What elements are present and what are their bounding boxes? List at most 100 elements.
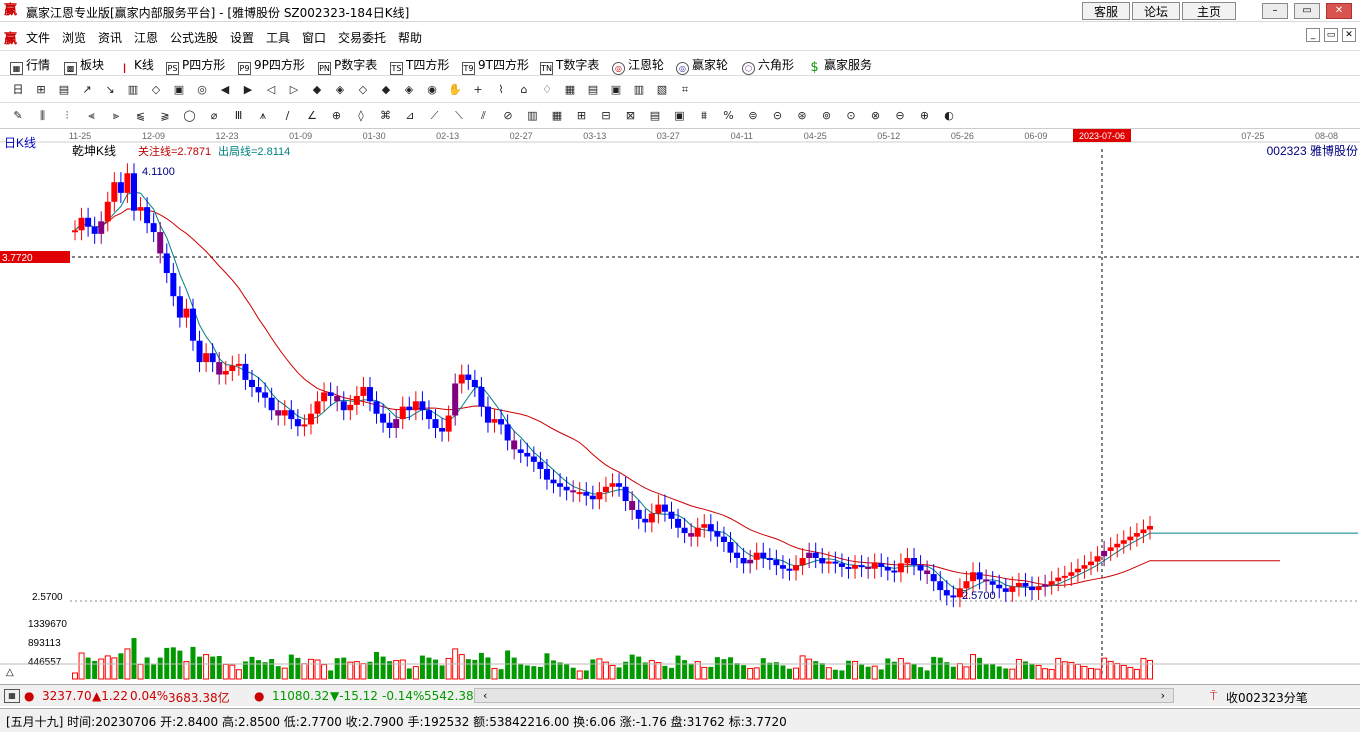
chart-tool-icon[interactable]: ♢ [539, 82, 555, 98]
chart-tool-icon[interactable]: ◀ [217, 82, 233, 98]
close-icon[interactable]: ✕ [1326, 3, 1352, 19]
chart-tool-icon[interactable]: ▷ [286, 82, 302, 98]
chart-tool-icon[interactable]: ▧ [654, 82, 670, 98]
chart-tool-icon[interactable]: ↘ [102, 82, 118, 98]
drawing-tool-icon[interactable]: ∕ [280, 108, 296, 124]
chart-tool-icon[interactable]: ◁ [263, 82, 279, 98]
drawing-tool-icon[interactable]: ⫹ [133, 108, 149, 124]
drawing-tool-icon[interactable]: ⊚ [819, 108, 835, 124]
home-button[interactable]: 主页 [1182, 2, 1236, 20]
drawing-tool-icon[interactable]: ⊕ [917, 108, 933, 124]
tool-9p-square[interactable]: P9 9P四方形 [238, 56, 305, 75]
drawing-tool-icon[interactable]: Ⅲ [231, 108, 247, 124]
drawing-tool-icon[interactable]: ∠ [304, 108, 320, 124]
tool-hexagon[interactable]: ⬡ 六角形 [742, 56, 794, 75]
chart-tool-icon[interactable]: ▣ [171, 82, 187, 98]
chart-tool-icon[interactable]: ▣ [608, 82, 624, 98]
drawing-tool-icon[interactable]: ◯ [182, 108, 198, 124]
grid-icon[interactable]: ▦ [4, 689, 20, 703]
maximize-icon[interactable]: ▭ [1294, 3, 1320, 19]
drawing-tool-icon[interactable]: ▤ [647, 108, 663, 124]
minimize-icon[interactable]: – [1262, 3, 1288, 19]
chart-tool-icon[interactable]: ◆ [378, 82, 394, 98]
drawing-tool-icon[interactable]: ⫷ [84, 108, 100, 124]
tool-winner-service[interactable]: $ 赢家服务 [808, 56, 872, 75]
chart-tool-icon[interactable]: ↗ [79, 82, 95, 98]
drawing-tool-icon[interactable]: ⊘ [500, 108, 516, 124]
menu-tools[interactable]: 工具 [266, 29, 290, 46]
chart-tool-icon[interactable]: ◆ [309, 82, 325, 98]
tool-t-square[interactable]: TS T四方形 [390, 56, 449, 75]
drawing-tool-icon[interactable]: ⫼ [35, 108, 51, 124]
tool-9t-square[interactable]: T9 9T四方形 [462, 56, 529, 75]
mdi-minimize-icon[interactable]: _ [1306, 28, 1320, 42]
drawing-tool-icon[interactable]: ⊕ [329, 108, 345, 124]
chart-tool-icon[interactable]: ▥ [631, 82, 647, 98]
drawing-tool-icon[interactable]: ⫸ [108, 108, 124, 124]
chart-tool-icon[interactable]: ▥ [125, 82, 141, 98]
drawing-tool-icon[interactable]: ⊗ [868, 108, 884, 124]
chart-tool-icon[interactable]: ◎ [194, 82, 210, 98]
menu-settings[interactable]: 设置 [230, 29, 254, 46]
chart-tool-icon[interactable]: ✋ [447, 82, 463, 98]
chevron-right-icon[interactable]: › [1161, 689, 1165, 702]
forum-button[interactable]: 论坛 [1132, 2, 1180, 20]
drawing-tool-icon[interactable]: ⌘ [378, 108, 394, 124]
chart-tool-icon[interactable]: ◉ [424, 82, 440, 98]
drawing-tool-icon[interactable]: ⊝ [770, 108, 786, 124]
drawing-tool-icon[interactable]: ▥ [525, 108, 541, 124]
chart-tool-icon[interactable]: ⊞ [33, 82, 49, 98]
chevron-left-icon[interactable]: ‹ [483, 689, 487, 702]
drawing-tool-icon[interactable]: ⊜ [745, 108, 761, 124]
drawing-tool-icon[interactable]: ⊖ [892, 108, 908, 124]
drawing-tool-icon[interactable]: % [721, 108, 737, 124]
drawing-tool-icon[interactable]: ◐ [941, 108, 957, 124]
chart-tool-icon[interactable]: 日 [10, 82, 26, 98]
chart-tool-icon[interactable]: ⌂ [516, 82, 532, 98]
drawing-tool-icon[interactable]: ⊿ [402, 108, 418, 124]
drawing-tool-icon[interactable]: ⌀ [206, 108, 222, 124]
menu-info[interactable]: 资讯 [98, 29, 122, 46]
menu-browse[interactable]: 浏览 [62, 29, 86, 46]
chart-tool-icon[interactable]: ⌗ [677, 82, 693, 98]
tool-kline[interactable]: ┃ K线 [118, 56, 154, 76]
menu-formula[interactable]: 公式选股 [170, 29, 218, 46]
drawing-tool-icon[interactable]: ◊ [353, 108, 369, 124]
drawing-tool-icon[interactable]: ▦ [549, 108, 565, 124]
chart-tool-icon[interactable]: ▤ [585, 82, 601, 98]
chart-tool-icon[interactable]: ▶ [240, 82, 256, 98]
chart-tool-icon[interactable]: ▤ [56, 82, 72, 98]
drawing-tool-icon[interactable]: ⫽ [476, 108, 492, 124]
menu-help[interactable]: 帮助 [398, 29, 422, 46]
customer-service-button[interactable]: 客服 [1082, 2, 1130, 20]
drawing-tool-icon[interactable]: ⊠ [623, 108, 639, 124]
drawing-tool-icon[interactable]: ⩩ [696, 108, 712, 124]
tool-p-square[interactable]: PS P四方形 [166, 56, 225, 75]
drawing-tool-icon[interactable]: ⟋ [427, 108, 443, 124]
drawing-tool-icon[interactable]: ▣ [672, 108, 688, 124]
tool-sectors[interactable]: ▩ 板块 [64, 56, 104, 75]
chart-tool-icon[interactable]: ⌇ [493, 82, 509, 98]
chart-tool-icon[interactable]: ◈ [401, 82, 417, 98]
mdi-close-icon[interactable]: ✕ [1342, 28, 1356, 42]
drawing-tool-icon[interactable]: ⊞ [574, 108, 590, 124]
tick-detail-label[interactable]: 收002323分笔 [1226, 689, 1308, 706]
chart-tool-icon[interactable]: ◇ [148, 82, 164, 98]
tool-quotes[interactable]: ▦ 行情 [10, 56, 50, 75]
chart-tool-icon[interactable]: ◇ [355, 82, 371, 98]
tool-gann-wheel[interactable]: ◎ 江恩轮 [612, 56, 664, 75]
menu-gann[interactable]: 江恩 [134, 29, 158, 46]
ticker-scrollbar[interactable]: ‹ › [474, 688, 1174, 703]
chart-tool-icon[interactable]: ▦ [562, 82, 578, 98]
menu-trade[interactable]: 交易委托 [338, 29, 386, 46]
drawing-tool-icon[interactable]: ✎ [10, 108, 26, 124]
chart-tool-icon[interactable]: ◈ [332, 82, 348, 98]
tool-t-table[interactable]: TN T数字表 [540, 56, 599, 75]
drawing-tool-icon[interactable]: ⊟ [598, 108, 614, 124]
kline-chart[interactable]: 11-25 12-09 12-23 01-09 01-30 02-13 02-27 03-13… [0, 129, 1360, 682]
menu-file[interactable]: 文件 [26, 29, 50, 46]
drawing-tool-icon[interactable]: ⫺ [157, 108, 173, 124]
drawing-tool-icon[interactable]: ⊛ [794, 108, 810, 124]
drawing-tool-icon[interactable]: ⊙ [843, 108, 859, 124]
drawing-tool-icon[interactable]: ⫶ [59, 108, 75, 124]
